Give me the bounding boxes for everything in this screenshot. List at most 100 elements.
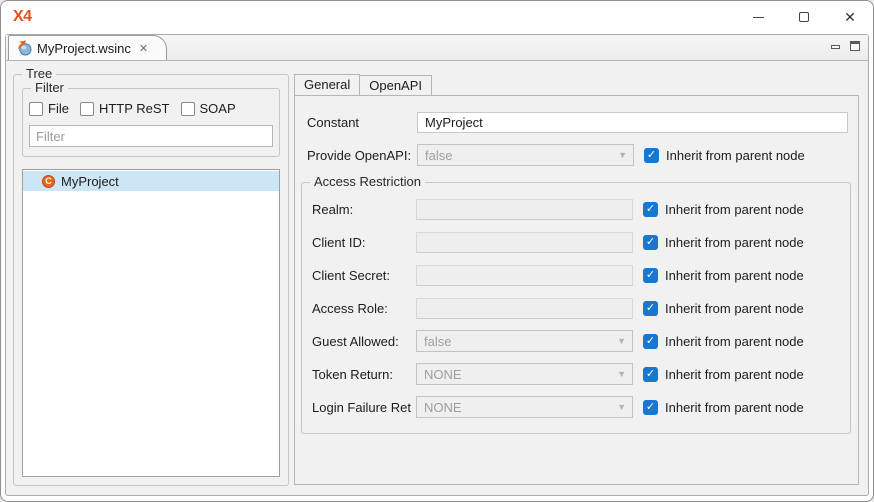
detail-tabs: General OpenAPI: [294, 74, 859, 95]
chevron-down-icon: ▼: [617, 336, 626, 346]
guest-allowed-label: Guest Allowed:: [312, 334, 416, 349]
filter-group-title: Filter: [31, 80, 68, 95]
checkbox-checked-icon: ✓: [643, 202, 658, 217]
editor-area: MyProject.wsinc ✕ Tree Filter File: [5, 34, 869, 496]
inherit-label: Inherit from parent node: [665, 301, 804, 316]
checkbox-checked-icon: ✓: [643, 400, 658, 415]
maximize-view-icon[interactable]: [850, 41, 860, 51]
access-restriction-group: Access Restriction Realm: ✓ Inherit from…: [301, 182, 851, 434]
access-restriction-title: Access Restriction: [310, 174, 425, 189]
minimize-view-icon[interactable]: [831, 45, 840, 49]
client-id-label: Client ID:: [312, 235, 416, 250]
workspace: Tree Filter File HTTP ReST: [6, 61, 868, 495]
client-secret-label: Client Secret:: [312, 268, 416, 283]
constant-row: Constant: [307, 111, 848, 133]
tab-general[interactable]: General: [294, 74, 360, 96]
client-id-input[interactable]: [416, 232, 633, 253]
login-failure-select[interactable]: NONE ▼: [416, 396, 633, 418]
tab-openapi[interactable]: OpenAPI: [360, 75, 432, 96]
token-return-select[interactable]: NONE ▼: [416, 363, 633, 385]
maximize-window-button[interactable]: [781, 1, 827, 33]
filter-checkbox-row: File HTTP ReST SOAP: [29, 101, 273, 116]
editor-tab-bar: MyProject.wsinc ✕: [6, 35, 868, 61]
detail-panel: General OpenAPI Constant Provide OpenAPI…: [294, 74, 859, 485]
window-controls: ✕: [735, 1, 873, 33]
filter-group: Filter File HTTP ReST SOAP: [22, 88, 280, 157]
x4-logo: X4: [13, 8, 32, 26]
checkbox-checked-icon: ✓: [643, 235, 658, 250]
inherit-label: Inherit from parent node: [665, 235, 804, 250]
editor-minmax-controls: [831, 41, 860, 51]
checkbox-checked-icon: ✓: [643, 301, 658, 316]
realm-label: Realm:: [312, 202, 416, 217]
token-return-inherit-checkbox[interactable]: ✓ Inherit from parent node: [643, 367, 804, 382]
file-filter-label: File: [48, 101, 69, 116]
http-rest-filter-label: HTTP ReST: [99, 101, 170, 116]
checkbox-checked-icon: ✓: [643, 367, 658, 382]
constant-label: Constant: [307, 115, 417, 130]
guest-allowed-select[interactable]: false ▼: [416, 330, 633, 352]
soap-filter-checkbox[interactable]: SOAP: [181, 101, 236, 116]
access-role-inherit-checkbox[interactable]: ✓ Inherit from parent node: [643, 301, 804, 316]
checkbox-unchecked-icon: [29, 102, 43, 116]
title-bar: X4 ✕: [1, 1, 873, 33]
http-rest-filter-checkbox[interactable]: HTTP ReST: [80, 101, 170, 116]
token-return-label: Token Return:: [312, 367, 416, 382]
tree-item-label: MyProject: [61, 174, 119, 189]
access-role-label: Access Role:: [312, 301, 416, 316]
editor-tab-myproject-wsinc[interactable]: MyProject.wsinc ✕: [8, 35, 167, 60]
tab-close-icon[interactable]: ✕: [137, 42, 150, 55]
constant-input[interactable]: [417, 112, 848, 133]
checkbox-unchecked-icon: [181, 102, 195, 116]
access-role-input[interactable]: [416, 298, 633, 319]
minimize-window-button[interactable]: [735, 1, 781, 33]
login-failure-value: NONE: [424, 400, 462, 415]
constant-node-icon: C: [42, 175, 55, 188]
tree-item-myproject[interactable]: C MyProject: [23, 171, 279, 191]
maximize-icon: [799, 12, 809, 22]
chevron-down-icon: ▼: [617, 402, 626, 412]
soap-filter-label: SOAP: [200, 101, 236, 116]
project-tree[interactable]: C MyProject: [22, 169, 280, 477]
client-id-inherit-checkbox[interactable]: ✓ Inherit from parent node: [643, 235, 804, 250]
checkbox-checked-icon: ✓: [643, 268, 658, 283]
login-failure-inherit-checkbox[interactable]: ✓ Inherit from parent node: [643, 400, 804, 415]
provide-openapi-inherit-checkbox[interactable]: ✓ Inherit from parent node: [644, 148, 805, 163]
checkbox-unchecked-icon: [80, 102, 94, 116]
file-filter-checkbox[interactable]: File: [29, 101, 69, 116]
editor-tab-label: MyProject.wsinc: [37, 41, 131, 56]
provide-openapi-label: Provide OpenAPI:: [307, 148, 417, 163]
guest-allowed-value: false: [424, 334, 451, 349]
realm-input[interactable]: [416, 199, 633, 220]
token-return-row: Token Return: NONE ▼ ✓ Inherit from pare…: [312, 363, 850, 385]
inherit-label: Inherit from parent node: [665, 268, 804, 283]
filter-input[interactable]: [29, 125, 273, 147]
access-role-row: Access Role: ✓ Inherit from parent node: [312, 297, 850, 319]
minimize-icon: [753, 17, 764, 18]
login-failure-label: Login Failure Ret: [312, 400, 416, 415]
wsinc-file-icon: [16, 40, 32, 56]
app-window: X4 ✕ MyProje: [0, 0, 874, 502]
inherit-label: Inherit from parent node: [665, 400, 804, 415]
chevron-down-icon: ▼: [618, 150, 627, 160]
guest-allowed-row: Guest Allowed: false ▼ ✓ Inherit from pa…: [312, 330, 850, 352]
chevron-down-icon: ▼: [617, 369, 626, 379]
tree-group-title: Tree: [22, 66, 56, 81]
realm-inherit-checkbox[interactable]: ✓ Inherit from parent node: [643, 202, 804, 217]
general-tab-content: Constant Provide OpenAPI: false ▼ ✓ Inhe…: [294, 95, 859, 485]
provide-openapi-select[interactable]: false ▼: [417, 144, 634, 166]
inherit-label: Inherit from parent node: [665, 334, 804, 349]
token-return-value: NONE: [424, 367, 462, 382]
realm-row: Realm: ✓ Inherit from parent node: [312, 198, 850, 220]
close-icon: ✕: [844, 9, 856, 26]
provide-openapi-value: false: [425, 148, 452, 163]
close-window-button[interactable]: ✕: [827, 1, 873, 33]
provide-openapi-row: Provide OpenAPI: false ▼ ✓ Inherit from …: [307, 144, 848, 166]
inherit-label: Inherit from parent node: [666, 148, 805, 163]
checkbox-checked-icon: ✓: [644, 148, 659, 163]
client-secret-input[interactable]: [416, 265, 633, 286]
guest-allowed-inherit-checkbox[interactable]: ✓ Inherit from parent node: [643, 334, 804, 349]
client-secret-inherit-checkbox[interactable]: ✓ Inherit from parent node: [643, 268, 804, 283]
inherit-label: Inherit from parent node: [665, 367, 804, 382]
client-secret-row: Client Secret: ✓ Inherit from parent nod…: [312, 264, 850, 286]
